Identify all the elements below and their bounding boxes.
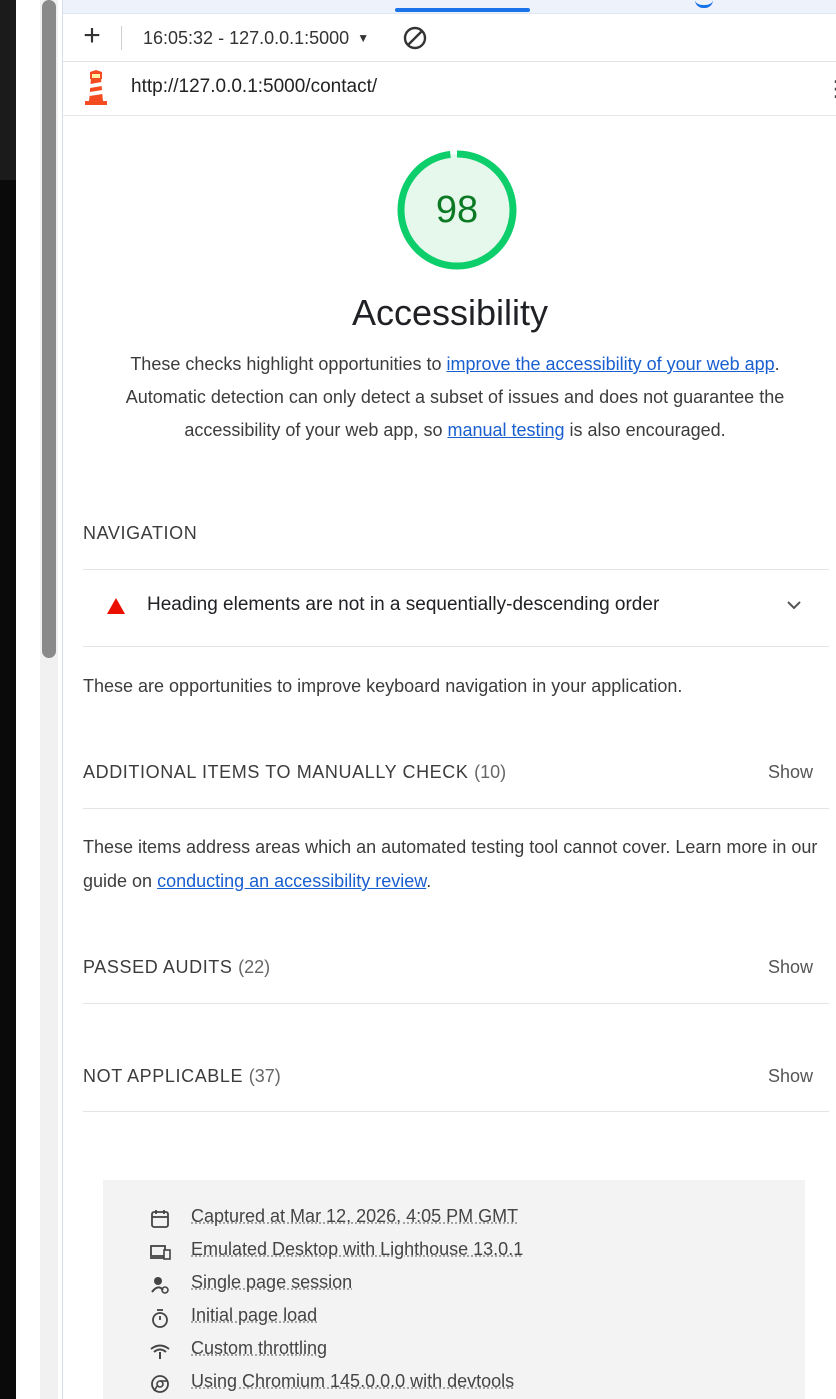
env-label[interactable]: Single page session [191,1272,352,1293]
improve-accessibility-link[interactable]: improve the accessibility of your web ap… [447,354,775,374]
devtools-tab-strip [63,0,836,14]
navigation-group-note: These are opportunities to improve keybo… [83,669,823,703]
tab-indicator-partial [695,0,713,8]
lighthouse-panel: + 16:05:32 - 127.0.0.1:5000 ▼ http://127.… [62,0,836,1399]
manual-check-count: (10) [474,762,506,782]
accessibility-review-link[interactable]: conducting an accessibility review [157,871,426,891]
category-title: Accessibility [63,292,836,334]
network-icon [149,1340,171,1362]
new-report-button[interactable]: + [75,20,109,54]
audit-heading-order[interactable]: Heading elements are not in a sequential… [83,572,829,646]
calendar-icon [149,1208,171,1230]
divider [83,646,829,647]
report-selector-label: 16:05:32 - 127.0.0.1:5000 [143,28,349,48]
env-label[interactable]: Emulated Desktop with Lighthouse 13.0.1 [191,1239,523,1260]
chromium-icon [149,1373,171,1395]
passed-audits-group-heading[interactable]: PASSED AUDITS (22) Show [83,947,813,987]
manual-note-end: . [426,871,431,891]
not-applicable-heading-label: NOT APPLICABLE [83,1066,243,1086]
report-url-bar: http://127.0.0.1:5000/contact/ ⋮ [63,62,836,116]
divider [83,808,829,809]
not-applicable-count: (37) [249,1066,281,1086]
description-text-3: is also encouraged. [565,420,726,440]
toolbar-separator [121,26,122,50]
passed-audits-count: (22) [238,957,270,977]
divider [83,1111,829,1112]
category-description: These checks highlight opportunities to … [123,348,787,447]
not-applicable-group-heading[interactable]: NOT APPLICABLE (37) Show [83,1056,813,1096]
env-label[interactable]: Initial page load [191,1305,317,1326]
report-url[interactable]: http://127.0.0.1:5000/contact/ [131,76,377,98]
clear-reports-button[interactable] [401,24,429,52]
navigation-heading-label: NAVIGATION [83,523,197,543]
env-label[interactable]: Captured at Mar 12, 2026, 4:05 PM GMT [191,1206,518,1227]
show-manual-check-button[interactable]: Show [768,752,813,792]
show-passed-audits-button[interactable]: Show [768,947,813,987]
block-icon [401,24,429,52]
manual-testing-link[interactable]: manual testing [447,420,564,440]
active-tab-indicator [395,8,530,12]
env-label[interactable]: Custom throttling [191,1338,327,1359]
divider [83,569,829,570]
passed-heading-label: PASSED AUDITS [83,957,233,977]
manual-check-note: These items address areas which an autom… [83,830,823,898]
divider [83,1003,829,1004]
desktop-icon [149,1241,171,1263]
session-icon [149,1274,171,1296]
audit-title: Heading elements are not in a sequential… [147,594,659,616]
stopwatch-icon [149,1307,171,1329]
window-edge [0,0,16,1399]
scrollbar-thumb[interactable] [42,0,56,658]
score-value: 98 [395,148,519,272]
fail-triangle-icon [107,598,125,614]
report-toolbar: + 16:05:32 - 127.0.0.1:5000 ▼ [63,14,836,62]
window-edge-top [0,0,16,180]
manual-check-heading-label: ADDITIONAL ITEMS TO MANUALLY CHECK [83,762,468,782]
env-label[interactable]: Using Chromium 145.0.0.0 with devtools [191,1371,514,1392]
chevron-down-icon[interactable] [785,598,803,612]
lighthouse-logo-icon [81,70,111,106]
caret-down-icon: ▼ [357,31,369,45]
run-environment-box: Captured at Mar 12, 2026, 4:05 PM GMT Em… [103,1180,805,1399]
manual-check-group-heading[interactable]: ADDITIONAL ITEMS TO MANUALLY CHECK (10) … [83,752,813,792]
navigation-group-heading: NAVIGATION [83,513,813,553]
report-selector[interactable]: 16:05:32 - 127.0.0.1:5000 ▼ [143,24,369,52]
page-gutter [16,0,40,1399]
description-text-1: These checks highlight opportunities to [130,354,446,374]
more-options-icon[interactable]: ⋮ [825,76,835,102]
show-not-applicable-button[interactable]: Show [768,1056,813,1096]
